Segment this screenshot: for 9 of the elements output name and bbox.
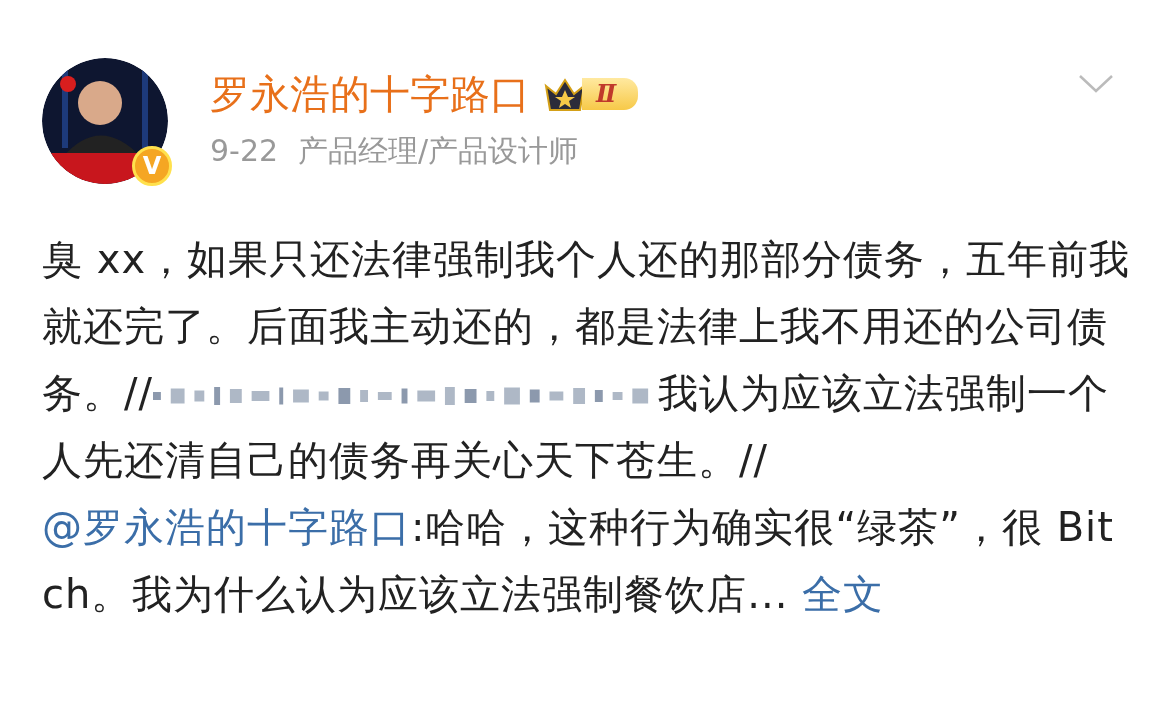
mention-link[interactable]: @罗永浩的十字路口 [42, 504, 411, 550]
author-name[interactable]: 罗永浩的十字路口 [210, 70, 530, 118]
post-text: 臭 xx，如果只还法律强制我个人还的那部分债务，五年前我就还完了。后面我主动还的，都是法律上我不用还的公司债务。// 我认为应该立法强制一个人先还清自己的债务再关心天下苍生。// @罗永浩的十字路口:哈哈，这种行为确实很“绿茶”，很 Bitch。我为什么认为应该立法强制餐饮店... 全文 [42, 235, 1132, 619]
level-badge: Ⅱ [542, 74, 639, 114]
verified-badge: V [132, 146, 172, 186]
post-date: 9-22 [210, 132, 279, 170]
author-title: 产品经理/产品设计师 [298, 132, 579, 170]
chevron-down-icon[interactable] [1078, 74, 1114, 94]
full-text-link[interactable]: 全文 [802, 571, 885, 617]
